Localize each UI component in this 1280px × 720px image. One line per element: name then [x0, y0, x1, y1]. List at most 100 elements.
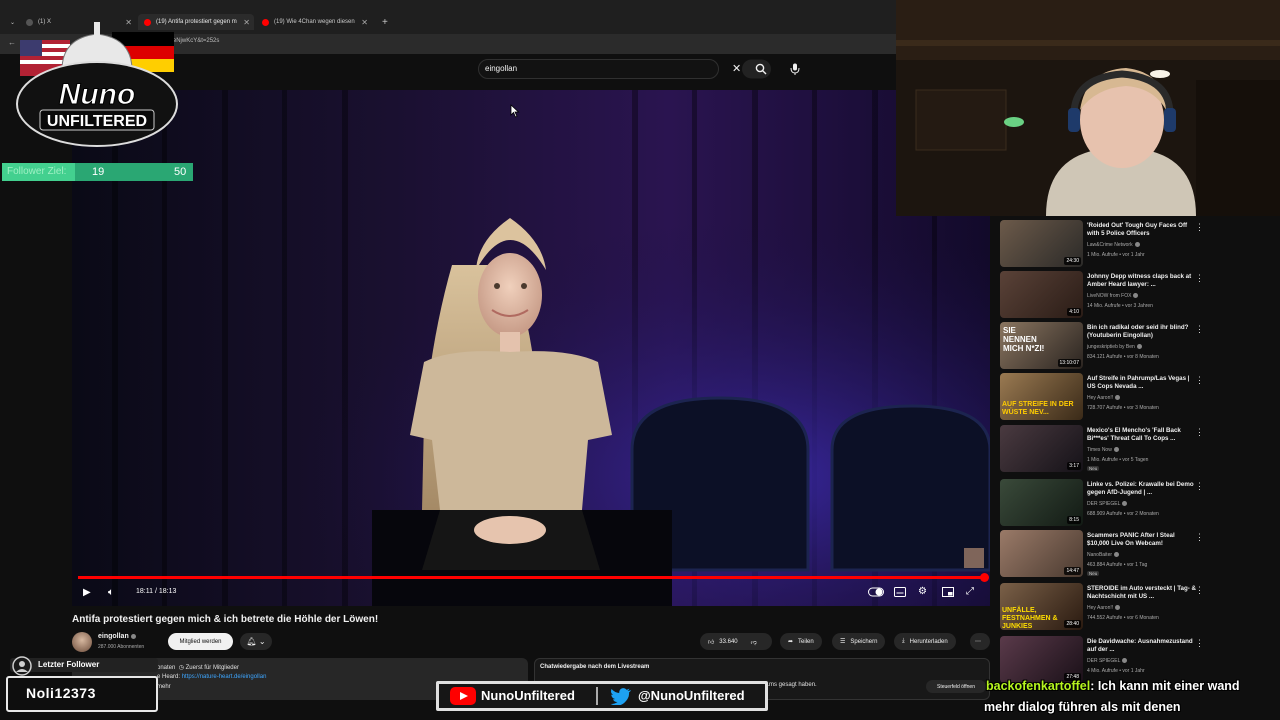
download-button[interactable]: ⤓ Herunterladen [894, 633, 956, 650]
webcam-scene [896, 0, 1280, 216]
endscreen-thumbnail[interactable] [964, 548, 984, 568]
more-vert-icon[interactable]: ⋮ [1195, 585, 1204, 596]
share-button[interactable]: ➦ Teilen [780, 633, 822, 650]
recommended-title[interactable]: Auf Streife in Pahrump/Las Vegas | US Co… [1087, 375, 1197, 391]
video-thumbnail[interactable]: 14:47 [1000, 530, 1083, 577]
verified-icon [1122, 658, 1128, 664]
description-line: ...e Heard: https://nature-heart.de/eing… [152, 674, 266, 680]
recommended-video[interactable]: SIE NENNEN MICH N*ZI! 13:10:07 Bin ich rad… [1000, 322, 1210, 370]
play-icon[interactable]: ▶ [83, 587, 91, 598]
like-button[interactable]: 👍︎ 33.640 👎︎ [700, 633, 772, 650]
recommended-channel[interactable]: Hey Aaron!! [1087, 605, 1121, 611]
description-line: ...onaten ◷ Zuerst für Mitglieder [152, 664, 239, 671]
recommended-video[interactable]: 4:10 Johnny Depp witness claps back at Am… [1000, 271, 1210, 319]
time-display: 18:11 / 18:13 [136, 588, 177, 595]
last-follower-name: Noli12373 [26, 685, 96, 701]
verified-icon [1122, 501, 1128, 507]
more-vert-icon[interactable]: ⋮ [1195, 324, 1204, 335]
notification-bell-button[interactable]: 🔔︎ ⌄ [240, 633, 272, 650]
channel-logo: Nuno UNFILTERED [16, 22, 178, 147]
recommended-channel[interactable]: jungeskriptieb by Ben [1087, 344, 1142, 350]
save-button[interactable]: ☰ Speichern [832, 633, 886, 650]
new-tab-button[interactable]: + [376, 14, 390, 30]
more-vert-icon[interactable]: ⋮ [1195, 532, 1204, 543]
autoplay-toggle-icon[interactable] [868, 587, 884, 600]
recommended-title[interactable]: 'Roided Out' Tough Guy Faces Off with 5 … [1087, 222, 1197, 238]
more-vert-icon[interactable]: ⋮ [1195, 481, 1204, 492]
more-vert-icon[interactable]: ⋮ [1195, 427, 1204, 438]
recommended-title[interactable]: Bin ich radikal oder seid ihr blind? (Yo… [1087, 324, 1197, 340]
close-icon[interactable]: ✕ [243, 18, 250, 27]
recommended-title[interactable]: Linke vs. Polizei: Krawalle bei Demo geg… [1087, 481, 1197, 497]
verified-icon [1113, 447, 1119, 453]
clear-search-icon[interactable]: ✕ [732, 64, 741, 75]
chat-overlay-message: backofenkartoffel: Ich kann mit einer wa… [986, 679, 1240, 693]
video-thumbnail[interactable]: 8:15 [1000, 479, 1083, 526]
recommended-video[interactable]: AUF STREIFE IN DER WÜSTE NEV... Auf Strei… [1000, 373, 1210, 421]
recommended-title[interactable]: Johnny Depp witness claps back at Amber … [1087, 273, 1197, 289]
video-thumbnail[interactable]: SIE NENNEN MICH N*ZI! 13:10:07 [1000, 322, 1083, 369]
volume-icon[interactable]: 🔈︎ [108, 587, 114, 598]
verified-icon [1134, 242, 1140, 248]
channel-name[interactable]: eingollan [98, 633, 136, 640]
recommended-channel[interactable]: DER SPIEGEL [1087, 658, 1128, 664]
recommended-channel[interactable]: NanoBaiter [1087, 552, 1120, 558]
settings-gear-icon[interactable]: ⚙ [918, 586, 927, 597]
video-thumbnail[interactable]: 24:30 [1000, 220, 1083, 267]
video-frame [72, 90, 990, 606]
more-vert-icon[interactable]: ⋮ [1195, 375, 1204, 386]
fullscreen-icon[interactable]: ⤢ [966, 586, 974, 597]
video-thumbnail[interactable]: 27:48 [1000, 636, 1083, 683]
recommended-title[interactable]: Mexico's El Mencho's 'Fall Back Bi***es'… [1087, 427, 1197, 443]
thumbs-up-icon: 👍︎ [708, 639, 715, 646]
recommended-title[interactable]: Scammers PANIC After I Steal $10,000 Liv… [1087, 532, 1197, 548]
share-icon: ➦ [788, 639, 794, 645]
description-link[interactable]: https://nature-heart.de/eingollan [182, 674, 267, 680]
recommended-channel[interactable]: DER SPIEGEL [1087, 501, 1128, 507]
recommended-video[interactable]: 24:30 'Roided Out' Tough Guy Faces Off wi… [1000, 220, 1210, 268]
recommended-channel[interactable]: LiveNOW from FOX [1087, 293, 1139, 299]
logo-text: UNFILTERED [47, 113, 147, 130]
channel-avatar[interactable] [72, 632, 92, 652]
recommended-video[interactable]: 27:48 Die Davidwache: Ausnahmezustand auf… [1000, 636, 1210, 684]
video-thumbnail[interactable]: 4:10 [1000, 271, 1083, 318]
thumbnail-text: AUF STREIFE IN DER WÜSTE NEV... [1002, 401, 1074, 416]
search-icon[interactable] [755, 63, 767, 78]
recommended-video[interactable]: 3:17 Mexico's El Mencho's 'Fall Back Bi**… [1000, 425, 1210, 473]
video-player[interactable] [72, 90, 990, 606]
logo-text: Nuno [59, 78, 136, 111]
thumbs-down-icon[interactable]: 👎︎ [751, 638, 757, 646]
subtitles-icon[interactable] [894, 587, 906, 600]
open-panel-button[interactable]: Steuerfeld öffnen [926, 680, 986, 693]
video-thumbnail[interactable]: 3:17 [1000, 425, 1083, 472]
miniplayer-icon[interactable] [942, 587, 954, 600]
tab-4chan-video[interactable]: (19) Wie 4Chan wegen diesen ✕ [256, 14, 372, 30]
more-vert-icon[interactable]: ⋮ [1195, 273, 1204, 284]
more-vert-icon[interactable]: ⋮ [1195, 638, 1204, 649]
recommended-video[interactable]: UNFÄLLE, FESTNAHMEN & JUNKIES 28:40 STEROI… [1000, 583, 1210, 631]
twitter-handle: @NunoUnfiltered [638, 688, 745, 703]
more-vert-icon[interactable]: ⋮ [1195, 222, 1204, 233]
recommended-channel[interactable]: Times Now [1087, 447, 1119, 453]
recommended-meta: 728.707 Aufrufe • vor 3 Monaten [1087, 405, 1159, 411]
channel-text: Times Now [1087, 447, 1112, 453]
video-thumbnail[interactable]: AUF STREIFE IN DER WÜSTE NEV... [1000, 373, 1083, 420]
microphone-icon[interactable] [790, 63, 800, 78]
more-actions-button[interactable]: ⋯ [970, 633, 990, 650]
search-input[interactable] [478, 59, 772, 79]
search-value: eingollan [485, 64, 518, 73]
video-thumbnail[interactable]: UNFÄLLE, FESTNAHMEN & JUNKIES 28:40 [1000, 583, 1083, 630]
chat-replay-label: Chatwiedergabe nach dem Livestream [540, 664, 650, 670]
save-icon: ☰ [840, 639, 846, 645]
recommended-video[interactable]: 14:47 Scammers PANIC After I Steal $10,00… [1000, 530, 1210, 578]
recommended-channel[interactable]: Hey Aaron!! [1087, 395, 1121, 401]
close-icon[interactable]: ✕ [361, 18, 368, 27]
recommended-channel[interactable]: Law&Crime Network [1087, 242, 1140, 248]
recommended-title[interactable]: Die Davidwache: Ausnahmezustand auf der … [1087, 638, 1197, 654]
verified-icon [1133, 293, 1139, 299]
recommended-title[interactable]: STEROIDE im Auto versteckt | Tag- & Nach… [1087, 585, 1197, 601]
recommended-video[interactable]: 8:15 Linke vs. Polizei: Krawalle bei Demo… [1000, 479, 1210, 527]
follower-goal-current: 19 [92, 166, 105, 178]
channel-name-text: eingollan [98, 633, 129, 640]
join-button[interactable]: Mitglied werden [168, 633, 233, 650]
